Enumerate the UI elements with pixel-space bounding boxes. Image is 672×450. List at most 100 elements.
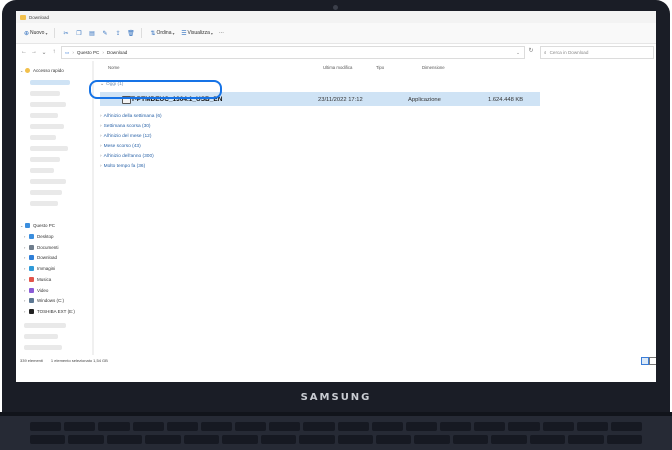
nav-item-label: Video — [37, 287, 49, 293]
highlight-box — [89, 80, 222, 99]
search-placeholder: Cerca in Download — [549, 50, 589, 55]
file-type: Applicazione — [408, 97, 441, 103]
view-button[interactable]: ☰ Visualizza ▾ — [178, 26, 216, 40]
blurred-nav-item — [30, 91, 60, 96]
command-bar: ⊕ Nuovo ▾ ✂ ❐ ▤ ✎ ⇪ 🗑 ⇅ Ordina ▾ ☰ Visua… — [16, 23, 656, 44]
nav-item[interactable]: › Musica — [24, 276, 51, 282]
dropdown-icon[interactable]: ⌄ — [39, 49, 49, 56]
blurred-nav-item — [30, 168, 54, 173]
tiles-view-icon[interactable] — [649, 357, 656, 365]
group-this-month[interactable]: › All'inizio del mese (12) — [100, 134, 151, 139]
blurred-nav-item — [30, 80, 70, 85]
group-this-week-label: All'inizio della settimana (6) — [103, 114, 162, 119]
column-header-size[interactable]: Dimensione — [422, 65, 445, 70]
blurred-nav-item — [30, 113, 58, 118]
file-list: Nome Ultima modifica Tipo Dimensione ⌄ Og… — [96, 61, 656, 355]
folder-icon — [29, 234, 34, 239]
sort-icon: ⇅ — [150, 30, 156, 37]
copy-icon: ❐ — [76, 30, 82, 37]
folder-icon — [29, 244, 34, 250]
column-header-date[interactable]: Ultima modifica — [323, 65, 352, 70]
paste-button[interactable]: ▤ — [85, 26, 98, 40]
group-last-month-label: Mese scorso (43) — [103, 144, 141, 149]
address-dropdown-icon[interactable]: ⌄ — [516, 50, 520, 56]
expand-chevron-icon: › — [100, 154, 102, 159]
rename-icon: ✎ — [102, 30, 108, 37]
breadcrumb-this-pc[interactable]: Questo PC — [77, 50, 99, 55]
view-label: Visualizza — [187, 30, 210, 36]
rename-button[interactable]: ✎ — [98, 26, 111, 40]
nav-item-label: Download — [37, 255, 58, 261]
search-box[interactable]: ⌕ Cerca in Download — [540, 46, 654, 59]
expand-chevron-icon: › — [100, 114, 102, 119]
search-icon: ⌕ — [544, 50, 547, 55]
file-date: 23/11/2022 17:12 — [318, 97, 363, 103]
nav-this-pc[interactable]: ⌄ Questo PC — [20, 223, 55, 228]
cut-button[interactable]: ✂ — [59, 26, 72, 40]
share-button[interactable]: ⇪ — [111, 26, 124, 40]
copy-button[interactable]: ❐ — [72, 26, 85, 40]
nav-item[interactable]: › Windows (C:) — [24, 298, 65, 304]
nav-item[interactable]: › TOSHIBA EXT (E:) — [24, 308, 75, 314]
nav-item[interactable]: › Immagini — [24, 266, 56, 272]
view-icon: ☰ — [181, 30, 187, 37]
webcam — [333, 5, 338, 10]
address-row: ← → ⌄ ↑ ▭ › Questo PC › Download ⌄ ↻ ⌕ C… — [16, 44, 656, 60]
blurred-nav-item — [30, 190, 62, 195]
forward-arrow-icon[interactable]: → — [29, 49, 39, 55]
refresh-icon[interactable]: ↻ — [526, 47, 536, 54]
nav-quick-access-label: Accesso rapido — [33, 68, 64, 73]
up-arrow-icon[interactable]: ↑ — [49, 49, 59, 55]
selection-info: 1 elemento selezionato 1,54 GB — [50, 358, 108, 363]
blurred-nav-item — [30, 102, 66, 107]
nav-item[interactable]: › Desktop — [24, 234, 54, 239]
address-bar[interactable]: ▭ › Questo PC › Download ⌄ — [61, 46, 525, 59]
title-bar: Download — [16, 11, 656, 23]
nav-item-label: Windows (C:) — [37, 298, 65, 304]
key-row — [30, 422, 643, 431]
new-button[interactable]: ⊕ Nuovo ▾ — [20, 26, 50, 40]
blurred-nav-item — [30, 146, 68, 151]
sort-label: Ordina — [156, 30, 172, 36]
nav-quick-access[interactable]: ⌄ Accesso rapido — [20, 68, 64, 73]
folder-icon — [29, 266, 34, 272]
folder-icon — [29, 308, 34, 314]
group-this-month-label: All'inizio del mese (12) — [103, 134, 152, 139]
nav-item[interactable]: › Video — [24, 287, 49, 293]
folder-icon — [29, 255, 34, 261]
nav-item-label: Immagini — [37, 266, 56, 272]
nav-item-label: Desktop — [37, 234, 54, 239]
group-this-year[interactable]: › All'inizio dell'anno (300) — [100, 154, 154, 159]
breadcrumb-download[interactable]: Download — [107, 50, 127, 55]
file-size: 1.624.448 KB — [488, 97, 524, 103]
status-bar: 339 elementi 1 elemento selezionato 1,54… — [16, 355, 656, 366]
group-last-week[interactable]: › Settimana scorsa (30) — [100, 124, 151, 129]
column-header-type[interactable]: Tipo — [376, 65, 384, 70]
new-icon: ⊕ — [23, 30, 30, 37]
blurred-nav-item — [24, 334, 58, 339]
details-view-icon[interactable] — [641, 357, 649, 365]
nav-item[interactable]: › Download — [24, 255, 58, 261]
share-icon: ⇪ — [115, 30, 121, 37]
group-this-week[interactable]: › All'inizio della settimana (6) — [100, 114, 162, 119]
group-long-ago[interactable]: › Molto tempo fa (36) — [100, 164, 145, 169]
laptop-hinge — [0, 412, 672, 416]
group-this-year-label: All'inizio dell'anno (300) — [103, 154, 154, 159]
more-button[interactable]: ··· — [216, 26, 227, 40]
expand-chevron-icon: › — [100, 134, 102, 139]
group-last-month[interactable]: › Mese scorso (43) — [100, 144, 141, 149]
group-last-week-label: Settimana scorsa (30) — [103, 124, 151, 129]
expand-chevron-icon: › — [100, 144, 102, 149]
nav-scrollbar[interactable] — [92, 61, 94, 355]
folder-icon — [29, 298, 34, 304]
back-arrow-icon[interactable]: ← — [19, 49, 29, 55]
nav-this-pc-label: Questo PC — [33, 223, 56, 228]
sort-button[interactable]: ⇅ Ordina ▾ — [146, 26, 177, 40]
pc-icon — [25, 223, 30, 228]
blurred-nav-item — [24, 345, 62, 350]
nav-item[interactable]: › Documenti — [24, 244, 59, 250]
blurred-nav-item — [30, 157, 60, 162]
delete-button[interactable]: 🗑 — [124, 26, 137, 40]
expand-chevron-icon: › — [100, 124, 102, 129]
column-header-name[interactable]: Nome — [108, 65, 119, 70]
